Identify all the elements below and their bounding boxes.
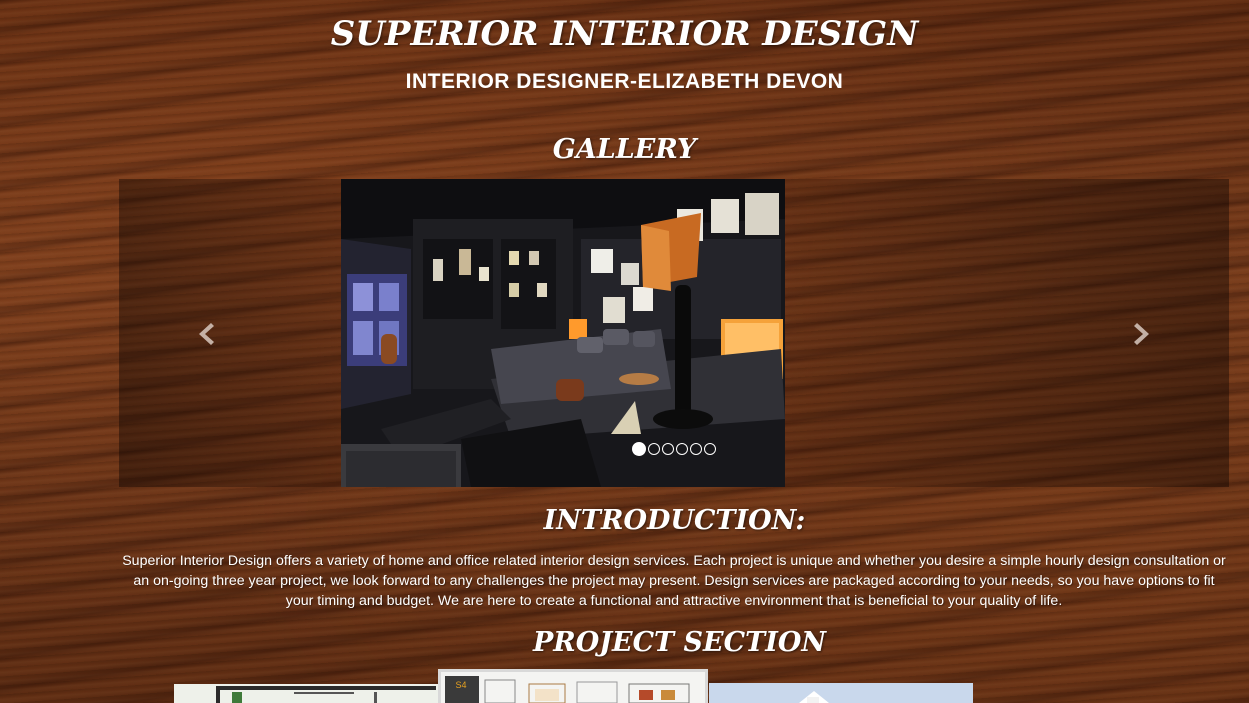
gallery-heading: GALLERY: [552, 134, 697, 165]
gallery-slide-bedroom: [341, 179, 785, 487]
carousel-indicator-2[interactable]: [648, 443, 660, 455]
carousel-indicator-5[interactable]: [690, 443, 702, 455]
chevron-left-icon[interactable]: [191, 319, 221, 349]
introduction-text: Superior Interior Design offers a variet…: [122, 553, 1226, 609]
carousel-indicator-4[interactable]: [676, 443, 688, 455]
house-render-image: [709, 683, 973, 703]
architect-plan-image: S4: [441, 672, 705, 703]
project-thumbnail[interactable]: [709, 683, 973, 703]
site-title: SUPERIOR INTERIOR DESIGN: [330, 14, 919, 54]
architect-logo-text: S4: [455, 680, 466, 690]
gallery-carousel: [119, 179, 1229, 487]
carousel-left-area[interactable]: [119, 179, 341, 487]
project-thumbnail[interactable]: S4: [438, 669, 708, 703]
site-subtitle: INTERIOR DESIGNER-ELIZABETH DEVON: [405, 70, 844, 93]
carousel-indicator-1[interactable]: [632, 442, 646, 456]
carousel-indicator-6[interactable]: [704, 443, 716, 455]
carousel-indicator-3[interactable]: [662, 443, 674, 455]
introduction-heading: INTRODUCTION:: [543, 505, 806, 536]
floor-plan-image: [174, 684, 438, 703]
project-section-heading: PROJECT SECTION: [532, 627, 827, 658]
project-thumbnail[interactable]: [174, 684, 438, 703]
chevron-right-icon[interactable]: [1127, 319, 1157, 349]
carousel-indicators: [632, 442, 716, 457]
carousel-right-area[interactable]: [785, 179, 1229, 487]
bedroom-photo: [341, 179, 785, 487]
